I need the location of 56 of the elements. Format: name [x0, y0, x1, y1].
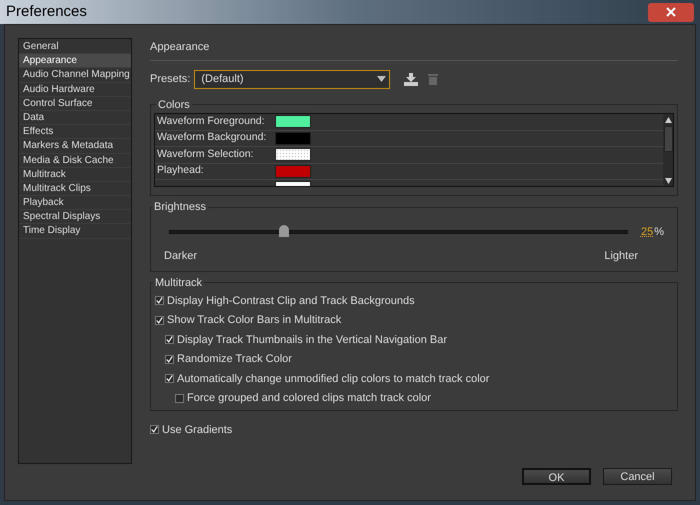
sidebar-item[interactable]: Spectral Displays: [19, 210, 131, 224]
group-title: Multitrack: [154, 276, 204, 290]
sidebar-item[interactable]: Playback: [19, 196, 131, 210]
checkbox-option[interactable]: Force grouped and colored clips match track color: [155, 388, 673, 408]
window-title: Preferences: [5, 2, 87, 22]
color-swatch[interactable]: [275, 115, 311, 128]
darker-label: Darker: [164, 249, 198, 264]
sidebar-item[interactable]: Audio Channel Mapping: [19, 68, 131, 83]
sidebar-item[interactable]: Markers & Metadata: [19, 139, 131, 154]
sidebar-item[interactable]: Control Surface: [19, 96, 131, 111]
sidebar-item[interactable]: Data: [19, 110, 131, 126]
checkbox[interactable]: [165, 374, 174, 384]
caret-icon: [377, 76, 386, 82]
download-icon[interactable]: [404, 72, 418, 86]
color-label: Waveform Foreground:: [157, 114, 266, 129]
color-label: Waveform Selection:: [157, 146, 254, 162]
sidebar-item[interactable]: Multitrack: [19, 168, 131, 182]
sidebar-item[interactable]: Multitrack Clips: [19, 182, 131, 196]
sidebar-item[interactable]: Media & Disk Cache: [19, 154, 131, 168]
group-title: Colors: [157, 98, 191, 112]
checkbox-option[interactable]: Display High-Contrast Clip and Track Backgrounds: [155, 291, 673, 310]
presets-label: Presets:: [150, 72, 190, 87]
lighter-label: Lighter: [604, 249, 638, 264]
checkbox-option[interactable]: Randomize Track Color: [155, 350, 673, 369]
checkbox-option[interactable]: Use Gradients: [150, 420, 678, 440]
sidebar-item[interactable]: Appearance: [19, 54, 131, 68]
dialog-button[interactable]: OK: [522, 468, 591, 485]
sidebar-item[interactable]: Time Display: [19, 224, 131, 239]
checkbox[interactable]: [155, 296, 164, 306]
checkbox[interactable]: [150, 425, 159, 434]
close-button[interactable]: [648, 2, 694, 22]
checkbox-option[interactable]: Automatically change unmodified clip colors to match track color: [155, 369, 673, 388]
checkbox[interactable]: [175, 394, 184, 403]
color-swatch[interactable]: [275, 164, 311, 178]
scroll-up-icon[interactable]: [664, 117, 672, 123]
presets-dropdown[interactable]: (Default): [194, 70, 390, 88]
checkbox-option[interactable]: Display Track Thumbnails in the Vertical Navigation Bar: [155, 330, 673, 350]
scroll-down-icon[interactable]: [664, 178, 672, 184]
sidebar-item[interactable]: Audio Hardware: [19, 82, 131, 97]
checkbox[interactable]: [165, 335, 174, 344]
close-icon: [666, 7, 676, 17]
checkbox[interactable]: [165, 354, 174, 364]
checkbox[interactable]: [155, 316, 164, 325]
color-label: Playhead:: [157, 163, 205, 178]
scrollbar[interactable]: [663, 114, 673, 186]
color-swatch[interactable]: [275, 148, 311, 162]
group-title: Brightness: [153, 200, 207, 215]
checkbox-option[interactable]: Show Track Color Bars in Multitrack: [155, 310, 673, 330]
slider-thumb[interactable]: [278, 225, 289, 238]
color-swatch[interactable]: [275, 132, 311, 145]
dialog-button[interactable]: Cancel: [603, 468, 672, 485]
brightness-value[interactable]: 25: [640, 224, 654, 240]
sidebar-item[interactable]: Effects: [19, 125, 131, 140]
percent-unit: %: [654, 224, 664, 240]
page-title: Appearance: [150, 39, 678, 60]
color-label: Waveform Background:: [157, 130, 268, 146]
